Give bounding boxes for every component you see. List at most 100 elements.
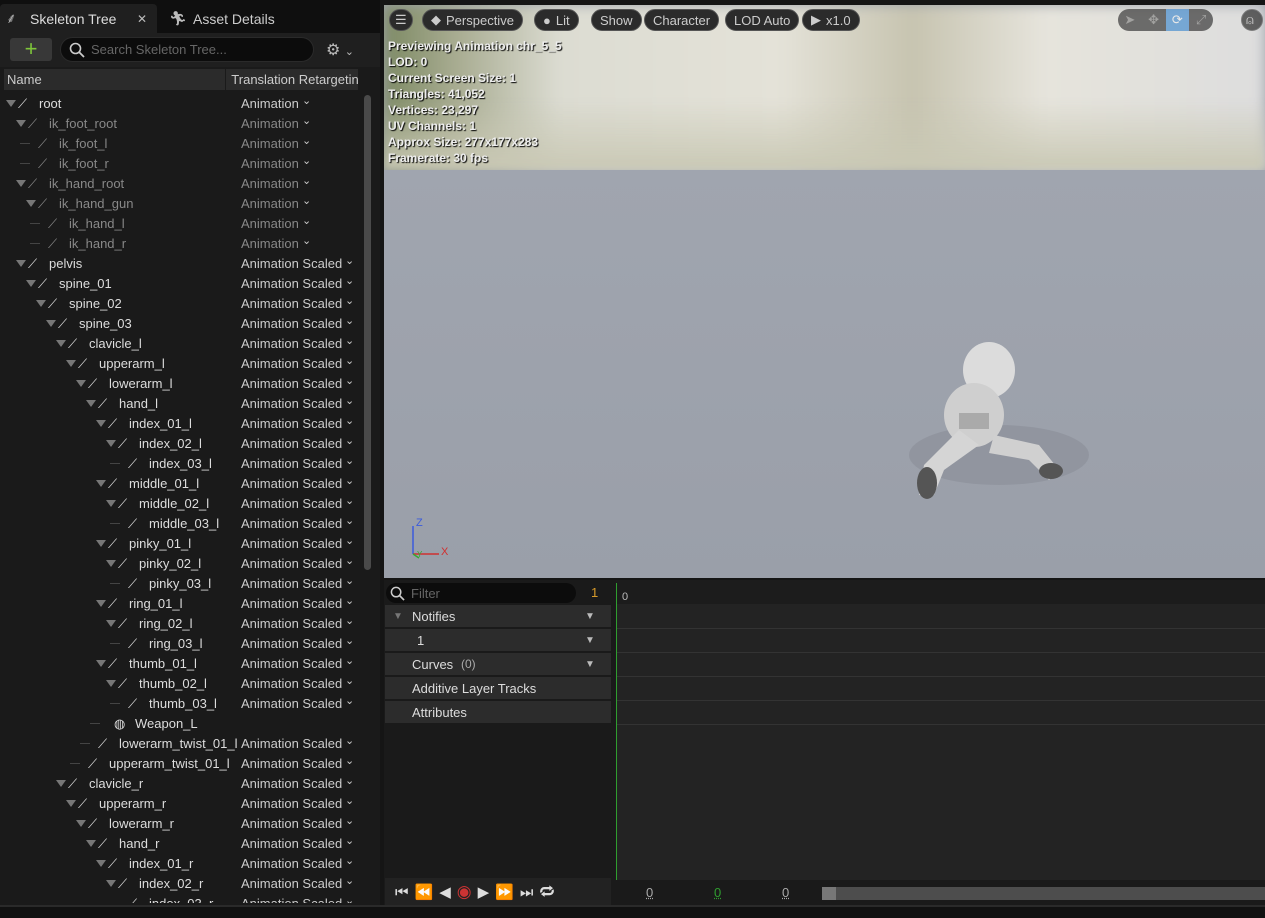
tree-row[interactable]: ⟋ ik_foot_root Animation ⌄ — [4, 113, 358, 133]
retarget-dropdown[interactable]: Animation — [241, 156, 299, 171]
tree-row[interactable]: ⟋ pinky_02_l Animation Scaled ⌄ — [4, 553, 358, 573]
perspective-button[interactable]: ◆ Perspective — [422, 9, 523, 31]
tree-row[interactable]: ⟋ thumb_01_l Animation Scaled ⌄ — [4, 653, 358, 673]
column-name[interactable]: Name — [4, 69, 227, 90]
tab-skeleton-tree[interactable]: ⸙ Skeleton Tree ✕ — [0, 4, 157, 33]
camera-button[interactable]: ⍝ — [1241, 9, 1263, 31]
tree-row[interactable]: ⟋ index_03_l Animation Scaled ⌄ — [4, 453, 358, 473]
retarget-dropdown[interactable]: Animation Scaled — [241, 856, 342, 871]
step-back-icon[interactable]: ⏪ — [415, 883, 434, 901]
tree-row[interactable]: ⟋ clavicle_l Animation Scaled ⌄ — [4, 333, 358, 353]
retarget-dropdown[interactable]: Animation Scaled — [241, 416, 342, 431]
expand-arrow-icon[interactable] — [106, 880, 116, 887]
retarget-dropdown[interactable]: Animation Scaled — [241, 656, 342, 671]
retarget-dropdown[interactable]: Animation Scaled — [241, 696, 342, 711]
search-input[interactable] — [91, 42, 291, 57]
tree-row[interactable]: ⟋ ring_03_l Animation Scaled ⌄ — [4, 633, 358, 653]
tree-row[interactable]: ⟋ spine_01 Animation Scaled ⌄ — [4, 273, 358, 293]
expand-arrow-icon[interactable] — [16, 260, 26, 267]
viewport-menu-button[interactable]: ☰ — [389, 9, 413, 31]
tree-row[interactable]: ⟋ ik_hand_gun Animation ⌄ — [4, 193, 358, 213]
retarget-dropdown[interactable]: Animation — [241, 236, 299, 251]
retarget-dropdown[interactable]: Animation — [241, 216, 299, 231]
retarget-dropdown[interactable]: Animation Scaled — [241, 896, 342, 903]
retarget-dropdown[interactable]: Animation Scaled — [241, 616, 342, 631]
retarget-dropdown[interactable]: Animation — [241, 116, 299, 131]
retarget-dropdown[interactable]: Animation Scaled — [241, 376, 342, 391]
show-button[interactable]: Show — [591, 9, 642, 31]
retarget-dropdown[interactable]: Animation Scaled — [241, 556, 342, 571]
dropdown-arrow-icon[interactable]: ▼ — [585, 659, 595, 670]
track-notify-1[interactable]: 1 ▼ — [385, 629, 611, 651]
retarget-dropdown[interactable]: Animation Scaled — [241, 256, 342, 271]
tree-row[interactable]: ⟋ upperarm_l Animation Scaled ⌄ — [4, 353, 358, 373]
tree-row[interactable]: ⟋ middle_02_l Animation Scaled ⌄ — [4, 493, 358, 513]
expand-arrow-icon[interactable] — [76, 380, 86, 387]
tree-row[interactable]: ⟋ spine_03 Animation Scaled ⌄ — [4, 313, 358, 333]
timeline-ruler[interactable]: 0 — [616, 580, 1265, 604]
retarget-dropdown[interactable]: Animation Scaled — [241, 316, 342, 331]
tree-row[interactable]: ⟋ middle_01_l Animation Scaled ⌄ — [4, 473, 358, 493]
retarget-dropdown[interactable]: Animation Scaled — [241, 756, 342, 771]
column-translation-retargeting[interactable]: Translation Retargeting — [226, 72, 358, 87]
expand-arrow-icon[interactable] — [66, 360, 76, 367]
retarget-dropdown[interactable]: Animation Scaled — [241, 396, 342, 411]
skip-to-start-icon[interactable]: ⏮ — [395, 884, 409, 901]
expand-arrow-icon[interactable] — [76, 820, 86, 827]
tree-row[interactable]: ⟋ hand_l Animation Scaled ⌄ — [4, 393, 358, 413]
add-button[interactable]: + — [10, 38, 52, 61]
settings-button[interactable]: ⚙ ⌄ — [326, 40, 354, 60]
retarget-dropdown[interactable]: Animation — [241, 196, 299, 211]
tree-row[interactable]: ⟋ pinky_03_l Animation Scaled ⌄ — [4, 573, 358, 593]
tree-row[interactable]: ⟋ index_01_r Animation Scaled ⌄ — [4, 853, 358, 873]
expand-arrow-icon[interactable] — [56, 340, 66, 347]
expand-arrow-icon[interactable] — [106, 560, 116, 567]
rotate-icon[interactable]: ⟳ — [1165, 9, 1190, 31]
tree-row[interactable]: ⟋ middle_03_l Animation Scaled ⌄ — [4, 513, 358, 533]
retarget-dropdown[interactable]: Animation Scaled — [241, 516, 342, 531]
move-icon[interactable]: ✥ — [1142, 9, 1166, 31]
expand-arrow-icon[interactable] — [26, 200, 36, 207]
tree-row[interactable]: ⟋ hand_r Animation Scaled ⌄ — [4, 833, 358, 853]
tree-row[interactable]: ⟋ lowerarm_r Animation Scaled ⌄ — [4, 813, 358, 833]
tree-row[interactable]: ⟋ thumb_02_l Animation Scaled ⌄ — [4, 673, 358, 693]
expand-arrow-icon[interactable] — [106, 680, 116, 687]
retarget-dropdown[interactable]: Animation Scaled — [241, 496, 342, 511]
retarget-dropdown[interactable]: Animation Scaled — [241, 576, 342, 591]
track-curves[interactable]: Curves (0) ▼ — [385, 653, 611, 675]
scale-icon[interactable]: ⤢ — [1189, 9, 1213, 31]
start-frame[interactable]: 0 — [646, 885, 653, 900]
retarget-dropdown[interactable]: Animation Scaled — [241, 296, 342, 311]
dropdown-arrow-icon[interactable]: ▼ — [585, 611, 595, 622]
view-range-scrollbar[interactable] — [822, 887, 1265, 900]
select-icon[interactable]: ➤ — [1118, 9, 1142, 31]
tree-row[interactable]: ⟋ ring_01_l Animation Scaled ⌄ — [4, 593, 358, 613]
expand-arrow-icon[interactable] — [36, 300, 46, 307]
tree-row[interactable]: ⟋ upperarm_r Animation Scaled ⌄ — [4, 793, 358, 813]
character-button[interactable]: Character — [644, 9, 720, 31]
expand-arrow-icon[interactable] — [86, 400, 96, 407]
tree-row[interactable]: ⟋ index_02_l Animation Scaled ⌄ — [4, 433, 358, 453]
retarget-dropdown[interactable]: Animation — [241, 176, 299, 191]
tree-row[interactable]: ⟋ ik_foot_l Animation ⌄ — [4, 133, 358, 153]
retarget-dropdown[interactable]: Animation Scaled — [241, 736, 342, 751]
current-frame[interactable]: 0 — [714, 885, 721, 900]
retarget-dropdown[interactable]: Animation Scaled — [241, 836, 342, 851]
expand-arrow-icon[interactable] — [6, 100, 16, 107]
retarget-dropdown[interactable]: Animation Scaled — [241, 636, 342, 651]
retarget-dropdown[interactable]: Animation Scaled — [241, 456, 342, 471]
expand-arrow-icon[interactable] — [106, 500, 116, 507]
tree-row[interactable]: ⟋ pelvis Animation Scaled ⌄ — [4, 253, 358, 273]
retarget-dropdown[interactable]: Animation Scaled — [241, 276, 342, 291]
tree-row[interactable]: ⟋ index_01_l Animation Scaled ⌄ — [4, 413, 358, 433]
tab-asset-details[interactable]: 🏃︎ Asset Details — [163, 4, 303, 33]
tree-row[interactable]: ⟋ ik_hand_r Animation ⌄ — [4, 233, 358, 253]
expand-arrow-icon[interactable] — [96, 420, 106, 427]
tree-row[interactable]: ⟋ lowerarm_twist_01_l Animation Scaled ⌄ — [4, 733, 358, 753]
tree-row[interactable]: ⟋ clavicle_r Animation Scaled ⌄ — [4, 773, 358, 793]
retarget-dropdown[interactable]: Animation Scaled — [241, 356, 342, 371]
tree-row[interactable]: ⟋ spine_02 Animation Scaled ⌄ — [4, 293, 358, 313]
expand-arrow-icon[interactable] — [26, 280, 36, 287]
expand-arrow-icon[interactable] — [96, 660, 106, 667]
track-notifies[interactable]: ▼ Notifies ▼ — [385, 605, 611, 627]
